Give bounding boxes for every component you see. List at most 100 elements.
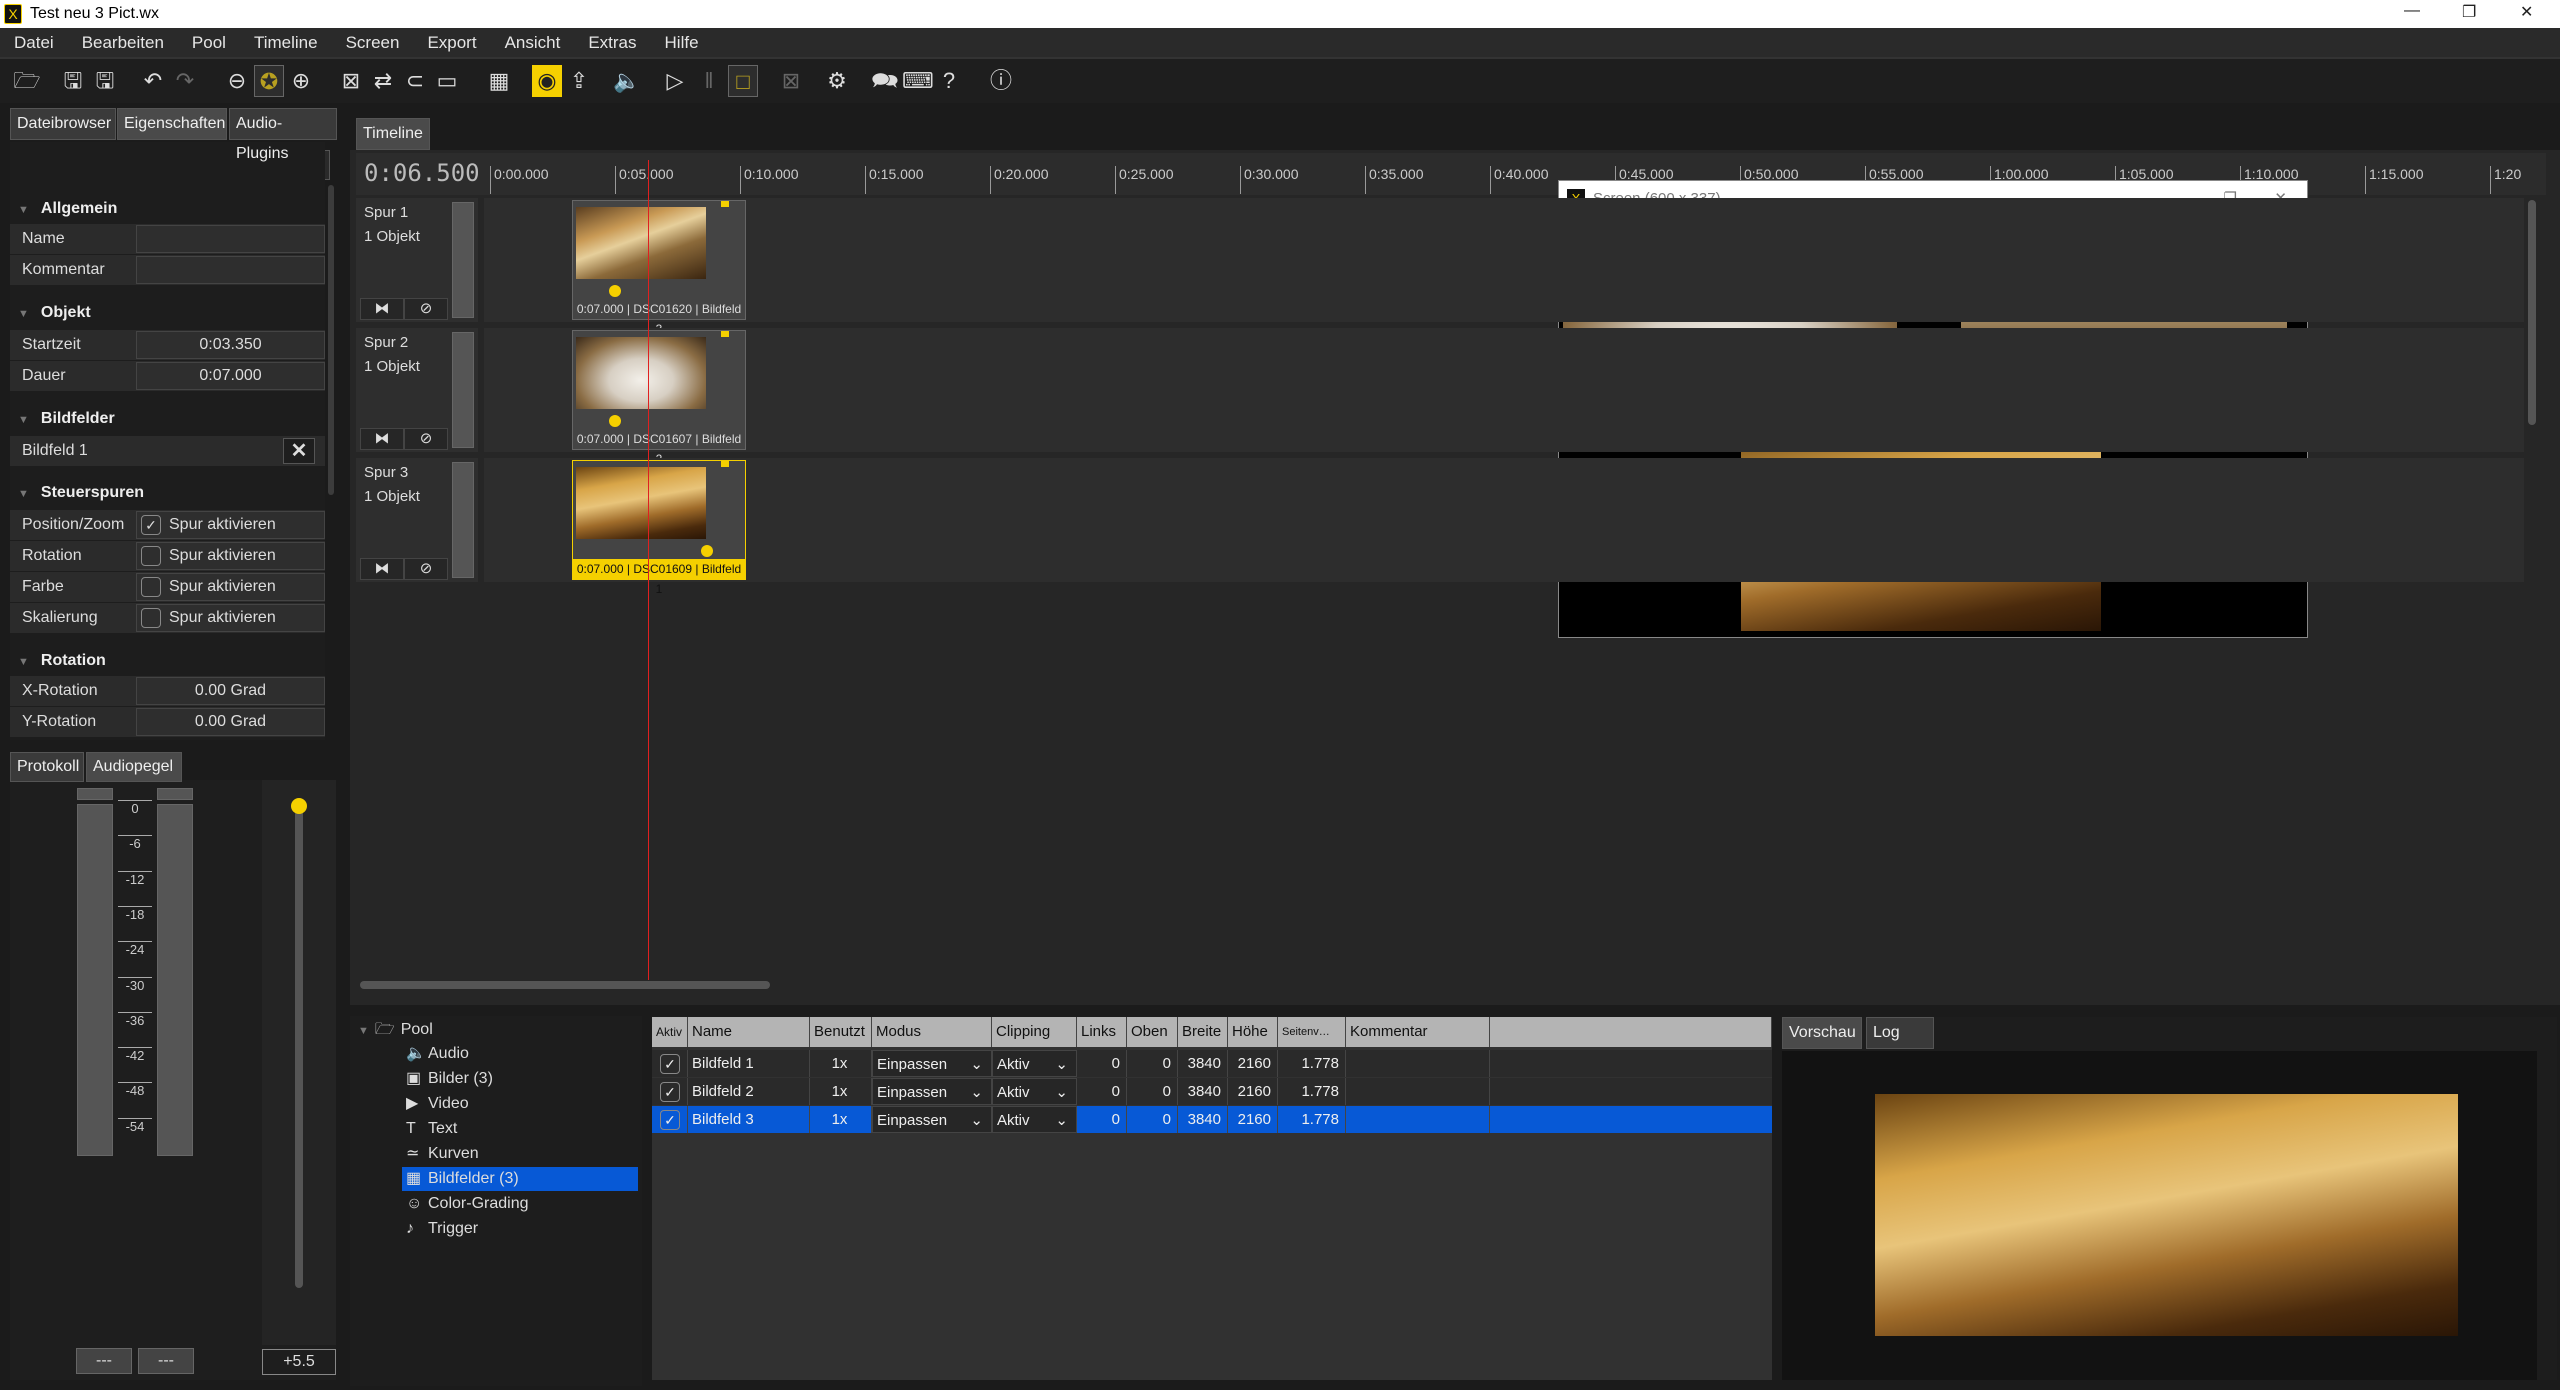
control-track-toggle[interactable]: Spur aktivieren: [136, 573, 325, 601]
control-track-toggle[interactable]: ✓ Spur aktivieren: [136, 511, 325, 539]
pause-icon[interactable]: ‖: [694, 65, 724, 97]
menu-hilfe[interactable]: Hilfe: [665, 33, 699, 53]
menu-datei[interactable]: Datei: [14, 33, 54, 53]
playhead[interactable]: [648, 160, 649, 980]
checkbox[interactable]: [141, 607, 161, 628]
y-rotation-field-value[interactable]: 0.00 Grad: [136, 708, 325, 736]
column-header-3[interactable]: Modus: [872, 1017, 992, 1047]
help-icon[interactable]: ?: [934, 65, 964, 97]
volume-slider-handle[interactable]: [291, 798, 307, 814]
kommentar-field-value[interactable]: [136, 256, 325, 284]
column-header-4[interactable]: Clipping: [992, 1017, 1077, 1047]
swap-icon[interactable]: ⇄: [368, 65, 398, 97]
column-header-8[interactable]: Höhe: [1228, 1017, 1278, 1047]
close-box-icon[interactable]: ⊠: [776, 65, 806, 97]
mute-icon[interactable]: ⊘: [404, 428, 448, 450]
column-header-0[interactable]: Aktiv: [652, 1017, 688, 1047]
split-icon[interactable]: ⧓: [360, 298, 404, 320]
left-peak-value[interactable]: ---: [76, 1348, 132, 1374]
modus-dropdown[interactable]: Einpassen ⌄: [872, 1050, 992, 1077]
zoom-out-icon[interactable]: ⊖: [222, 65, 252, 97]
mute-icon[interactable]: ⊘: [404, 558, 448, 580]
x-rotation-field-value[interactable]: 0.00 Grad: [136, 677, 325, 705]
volume-slider-track[interactable]: [295, 802, 303, 1288]
pool-item-audio[interactable]: 🔈 Audio: [402, 1042, 638, 1066]
menu-screen[interactable]: Screen: [346, 33, 400, 53]
undo-icon[interactable]: ↶: [138, 65, 168, 97]
table-row[interactable]: ✓ Bildfeld 3 1x Einpassen ⌄ Aktiv ⌄ 0 0 3840 2160 1…: [652, 1106, 1772, 1133]
zoom-in-icon[interactable]: ⊕: [286, 65, 316, 97]
tab-log[interactable]: Log: [1866, 1017, 1934, 1049]
dauer-field-value[interactable]: 0:07.000: [136, 362, 325, 390]
track-handle[interactable]: [452, 202, 474, 318]
menu-timeline[interactable]: Timeline: [254, 33, 318, 53]
stop-icon[interactable]: □: [728, 65, 758, 97]
timeline-clip[interactable]: 0:07.000 | DSC01609 | Bildfeld 1: [572, 460, 746, 596]
keyframe-marker[interactable]: [721, 201, 729, 207]
timeline-vscrollbar[interactable]: [2528, 200, 2536, 425]
pool-root[interactable]: ▼ 🗁 Pool: [358, 1018, 433, 1045]
modus-dropdown[interactable]: Einpassen ⌄: [872, 1078, 992, 1105]
clipping-dropdown[interactable]: Aktiv ⌄: [992, 1078, 1077, 1105]
pool-item-bilder[interactable]: ▣ Bilder (3): [402, 1067, 638, 1091]
menu-pool[interactable]: Pool: [192, 33, 226, 53]
checkbox[interactable]: [141, 545, 161, 566]
keyframe-marker[interactable]: [721, 461, 729, 467]
tab-timeline[interactable]: Timeline: [356, 118, 430, 150]
control-track-toggle[interactable]: Spur aktivieren: [136, 542, 325, 570]
menu-bearbeiten[interactable]: Bearbeiten: [82, 33, 164, 53]
pool-item-color-grading[interactable]: ☺ Color-Grading: [402, 1192, 638, 1216]
info-icon[interactable]: ⓘ: [986, 65, 1016, 97]
timeline-clip[interactable]: 0:07.000 | DSC01607 | Bildfeld 2: [572, 330, 746, 466]
timeline-clip[interactable]: 0:07.000 | DSC01620 | Bildfeld 3: [572, 200, 746, 336]
pool-item-kurven[interactable]: ≃ Kurven: [402, 1142, 638, 1166]
ruler-icon[interactable]: ▭: [432, 65, 462, 97]
column-header-10[interactable]: Kommentar: [1346, 1017, 1490, 1047]
table-row[interactable]: ✓ Bildfeld 1 1x Einpassen ⌄ Aktiv ⌄ 0 0 3840 2160 1…: [652, 1050, 1772, 1077]
grid-icon[interactable]: ▦: [484, 65, 514, 97]
pool-item-text[interactable]: T Text: [402, 1117, 638, 1141]
tab-audiopegel[interactable]: Audiopegel: [86, 752, 182, 782]
aktiv-checkbox[interactable]: ✓: [660, 1082, 680, 1103]
expand-arrow-icon[interactable]: ▼: [358, 1025, 369, 1037]
column-header-6[interactable]: Oben: [1127, 1017, 1178, 1047]
save-icon[interactable]: 🖫: [58, 65, 88, 97]
timeline-hscrollbar[interactable]: [360, 981, 770, 989]
tab-eigenschaften[interactable]: Eigenschaften: [117, 108, 227, 140]
close-button[interactable]: ✕: [2520, 2, 2533, 22]
save-as-icon[interactable]: 🖫: [90, 65, 120, 97]
table-row[interactable]: ✓ Bildfeld 2 1x Einpassen ⌄ Aktiv ⌄ 0 0 3840 2160 1…: [652, 1078, 1772, 1105]
startzeit-field-value[interactable]: 0:03.350: [136, 331, 325, 359]
redo-icon[interactable]: ↷: [170, 65, 200, 97]
mute-icon[interactable]: ⊘: [404, 298, 448, 320]
column-header-9[interactable]: Seitenv…: [1278, 1017, 1346, 1047]
section-allgemein[interactable]: Allgemein: [18, 200, 117, 218]
track-lane[interactable]: [484, 198, 2524, 322]
section-objekt[interactable]: Objekt: [18, 304, 91, 322]
split-icon[interactable]: ⧓: [360, 428, 404, 450]
keyframe-marker[interactable]: [721, 331, 729, 337]
export-icon[interactable]: ⇪: [564, 65, 594, 97]
pool-item-trigger[interactable]: ♪ Trigger: [402, 1217, 638, 1241]
tab-protokoll[interactable]: Protokoll: [10, 752, 84, 782]
clipping-dropdown[interactable]: Aktiv ⌄: [992, 1106, 1077, 1133]
column-header-1[interactable]: Name: [688, 1017, 810, 1047]
track-lane[interactable]: [484, 328, 2524, 452]
menu-ansicht[interactable]: Ansicht: [505, 33, 561, 53]
keyframe-dot[interactable]: [609, 415, 621, 427]
play-icon[interactable]: ▷: [660, 65, 690, 97]
control-track-toggle[interactable]: Spur aktivieren: [136, 604, 325, 632]
magnet-icon[interactable]: ⊂: [400, 65, 430, 97]
tab-vorschau[interactable]: Vorschau: [1782, 1017, 1862, 1049]
checkbox[interactable]: [141, 576, 161, 597]
minimize-button[interactable]: —: [2404, 2, 2420, 20]
modus-dropdown[interactable]: Einpassen ⌄: [872, 1106, 992, 1133]
open-folder-icon[interactable]: 🗁: [12, 65, 42, 97]
zoom-fit-icon[interactable]: ✪: [254, 65, 284, 97]
gear-icon[interactable]: ⚙: [822, 65, 852, 97]
menu-export[interactable]: Export: [427, 33, 476, 53]
track-handle[interactable]: [452, 332, 474, 448]
section-bildfelder[interactable]: Bildfelder: [18, 410, 115, 428]
keyboard-icon[interactable]: ⌨: [902, 65, 934, 97]
properties-scrollbar[interactable]: [328, 185, 334, 495]
